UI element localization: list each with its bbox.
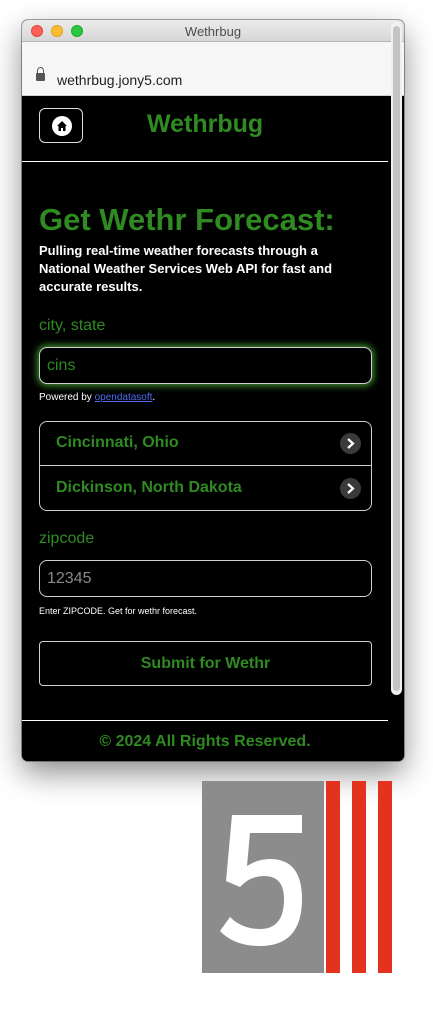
suggestion-label: Cincinnati, Ohio [56,434,179,451]
zipcode-label: zipcode [39,530,95,547]
suggestion-item[interactable]: Dickinson, North Dakota [40,467,371,510]
vertical-scrollbar[interactable] [391,22,402,695]
chevron-right-icon [340,478,361,499]
city-state-label: city, state [39,317,106,334]
scrollbar-thumb[interactable] [393,26,400,691]
home-icon [52,116,72,136]
zipcode-input[interactable] [39,560,372,597]
powered-prefix: Powered by [39,392,95,403]
page-viewport: Wethrbug Get Wethr Forecast: Pulling rea… [22,96,404,761]
chevron-right-icon [340,433,361,454]
suggestion-label: Dickinson, North Dakota [56,479,242,496]
opendatasoft-link[interactable]: opendatasoft [95,392,153,403]
browser-window: Wethrbug wethrbug.jony5.com Wethrbug Get… [22,20,404,761]
address-bar[interactable]: wethrbug.jony5.com [22,42,404,96]
url-text[interactable]: wethrbug.jony5.com [57,72,182,88]
window-title: Wethrbug [184,24,242,39]
page-description: Pulling real-time weather forecasts thro… [39,243,333,294]
site-brand[interactable]: Wethrbug [147,110,263,139]
jony5-logo [202,781,392,973]
copyright-text: © 2024 All Rights Reserved. [99,733,311,750]
zipcode-help-text: Enter ZIPCODE. Get for wethr forecast. [39,606,198,616]
home-button[interactable] [39,108,83,143]
powered-by-text: Powered by opendatasoft. [39,392,155,403]
submit-button[interactable]: Submit for Wethr [39,641,372,686]
title-bar: Wethrbug [22,20,404,42]
city-suggestions-list: Cincinnati, Ohio Dickinson, North Dakota [39,421,372,511]
suggestion-item[interactable]: Cincinnati, Ohio [40,422,371,466]
page-title: Get Wethr Forecast: [39,202,335,237]
site-footer: © 2024 All Rights Reserved. [22,720,388,761]
lock-icon [36,67,45,81]
city-state-input[interactable] [39,347,372,384]
powered-suffix: . [152,392,156,403]
site-header: Wethrbug [22,96,388,162]
